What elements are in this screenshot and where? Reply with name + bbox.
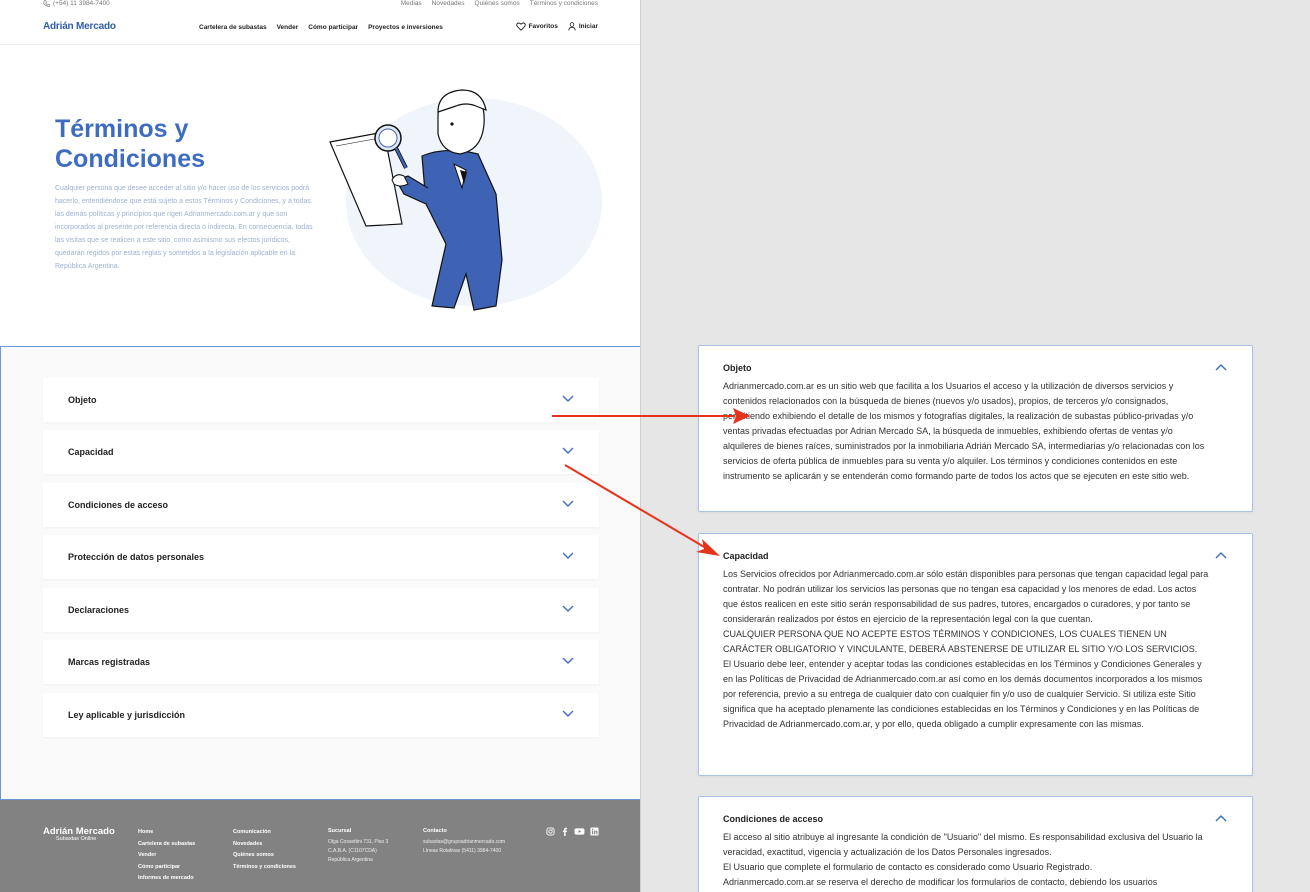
page-title: Términos y Condiciones xyxy=(55,115,206,173)
footer-link-home[interactable]: Home xyxy=(138,827,195,839)
topbar-link-terminos[interactable]: Términos y condiciones xyxy=(530,0,598,7)
footer-sucursal-line: Olga Cossettini 731, Piso 3 xyxy=(328,839,389,845)
chevron-down-icon xyxy=(562,500,574,507)
footer-contacto-heading: Contacto xyxy=(423,828,447,834)
site-footer: Adrián Mercado Subastas Online Home Cart… xyxy=(0,800,640,892)
footer-contacto-phone: Líneas Rotativas (5411) 3984-7400 xyxy=(423,848,502,854)
facebook-icon[interactable] xyxy=(560,827,569,836)
accordion-item-declaraciones[interactable]: Declaraciones xyxy=(43,588,599,632)
accordion-label: Ley aplicable y jurisdicción xyxy=(68,710,186,720)
panel-paragraph: CUALQUIER PERSONA QUE NO ACEPTE ESTOS TÉ… xyxy=(723,629,1198,654)
footer-sucursal-heading: Sucursal xyxy=(328,828,352,834)
chevron-down-icon xyxy=(562,447,574,454)
accordion-label: Protección de datos personales xyxy=(68,552,205,562)
panel-paragraph: Los Servicios ofrecidos por Adrianmercad… xyxy=(723,569,1209,624)
instagram-icon[interactable] xyxy=(546,827,555,836)
chevron-down-icon xyxy=(562,552,574,559)
footer-link-quienes-somos[interactable]: Quiénes somos xyxy=(233,850,296,862)
favorites-link[interactable]: Favoritos xyxy=(515,22,558,31)
login-label: Iniciar xyxy=(578,23,598,30)
expanded-panel-objeto: Objeto Adrianmercado.com.ar es un sitio … xyxy=(698,345,1253,512)
footer-link-informes[interactable]: Informes de mercado xyxy=(138,873,195,885)
footer-link-cartelera[interactable]: Cartelera de subastas xyxy=(138,839,195,851)
accordion-item-condiciones-acceso[interactable]: Condiciones de acceso xyxy=(43,483,599,527)
topbar-link-medias[interactable]: Medias xyxy=(401,0,422,7)
youtube-icon[interactable] xyxy=(574,827,585,836)
topbar-link-novedades[interactable]: Novedades xyxy=(432,0,465,7)
accordion-item-proteccion-datos[interactable]: Protección de datos personales xyxy=(43,535,599,579)
expanded-panel-capacidad: Capacidad Los Servicios ofrecidos por Ad… xyxy=(698,533,1253,776)
panel-paragraph: Adrianmercado.com.ar es un sitio web que… xyxy=(723,381,1205,481)
terms-accordion: Objeto Capacidad Condiciones de acceso P… xyxy=(0,346,640,800)
accordion-label: Marcas registradas xyxy=(68,657,151,667)
left-page-view: (+54) 11 3984-7400 Medias Novedades Quié… xyxy=(0,0,641,892)
accordion-label: Condiciones de acceso xyxy=(68,500,169,510)
footer-link-como-participar[interactable]: Cómo participar xyxy=(138,862,195,874)
chevron-down-icon xyxy=(562,710,574,717)
footer-link-novedades[interactable]: Novedades xyxy=(233,839,296,851)
chevron-down-icon xyxy=(562,395,574,402)
nav-item-cartelera[interactable]: Cartelera de subastas xyxy=(199,24,267,31)
panel-paragraph: El Usuario debe leer, entender y aceptar… xyxy=(723,659,1203,729)
topbar-link-quienes-somos[interactable]: Quiénes somos xyxy=(475,0,520,7)
footer-contacto-email[interactable]: subastas@grupoadrianmercado.com xyxy=(423,838,505,847)
footer-link-terminos[interactable]: Términos y condiciones xyxy=(233,862,296,874)
main-nav: Cartelera de subastas Vender Cómo partic… xyxy=(199,24,443,31)
phone-link[interactable]: (+54) 11 3984-7400 xyxy=(43,0,110,7)
accordion-item-objeto[interactable]: Objeto xyxy=(43,378,599,422)
chevron-up-icon[interactable] xyxy=(1214,814,1228,824)
chevron-down-icon xyxy=(562,657,574,664)
footer-links-main: Home Cartelera de subastas Vender Cómo p… xyxy=(138,827,195,885)
footer-link-vender[interactable]: Vender xyxy=(138,850,195,862)
footer-sucursal: Sucursal Olga Cossettini 731, Piso 3 C.A… xyxy=(328,827,388,865)
footer-sucursal-line: C.A.B.A. (C1107CDA) xyxy=(328,848,377,854)
accordion-label: Objeto xyxy=(68,395,97,405)
nav-item-proyectos[interactable]: Proyectos e inversiones xyxy=(368,24,443,31)
nav-item-vender[interactable]: Vender xyxy=(277,24,299,31)
panel-body: Los Servicios ofrecidos por Adrianmercad… xyxy=(723,567,1213,732)
linkedin-icon[interactable] xyxy=(590,827,599,836)
accordion-label: Capacidad xyxy=(68,447,114,457)
chevron-up-icon[interactable] xyxy=(1214,363,1228,373)
panel-paragraph: El Usuario que complete el formulario de… xyxy=(723,862,1093,872)
footer-link-comunicacion[interactable]: Comunicación xyxy=(233,827,296,839)
footer-logo-subtitle: Subastas Online xyxy=(56,836,97,842)
login-link[interactable]: Iniciar xyxy=(568,22,598,31)
site-logo[interactable]: Adrián Mercado xyxy=(43,21,116,32)
accordion-item-capacidad[interactable]: Capacidad xyxy=(43,430,599,474)
chevron-down-icon xyxy=(562,605,574,612)
phone-icon xyxy=(43,0,50,7)
site-header: Adrián Mercado Cartelera de subastas Ven… xyxy=(0,10,640,45)
panel-title[interactable]: Objeto xyxy=(723,363,752,373)
top-utility-bar: (+54) 11 3984-7400 Medias Novedades Quié… xyxy=(0,0,640,10)
chevron-up-icon[interactable] xyxy=(1214,551,1228,561)
heart-icon xyxy=(515,22,526,31)
footer-contacto: Contacto subastas@grupoadrianmercado.com… xyxy=(423,827,505,856)
man-with-magnifier-illustration xyxy=(329,89,602,311)
nav-item-como-participar[interactable]: Cómo participar xyxy=(308,24,358,31)
panel-title[interactable]: Capacidad xyxy=(723,551,769,561)
panel-paragraph: El acceso al sitio atribuye al ingresant… xyxy=(723,832,1203,857)
accordion-item-marcas-registradas[interactable]: Marcas registradas xyxy=(43,640,599,684)
footer-links-secondary: Comunicación Novedades Quiénes somos Tér… xyxy=(233,827,296,873)
hero-intro-text: Cualquier persona que desee acceder al s… xyxy=(55,185,313,270)
expanded-panel-condiciones-acceso: Condiciones de acceso El acceso al sitio… xyxy=(698,796,1253,892)
panel-title[interactable]: Condiciones de acceso xyxy=(723,814,823,824)
accordion-label: Declaraciones xyxy=(68,605,130,615)
favorites-label: Favoritos xyxy=(528,23,558,30)
user-icon xyxy=(568,22,576,31)
social-links xyxy=(546,827,599,836)
panel-body: El acceso al sitio atribuye al ingresant… xyxy=(723,830,1213,890)
panel-body: Adrianmercado.com.ar es un sitio web que… xyxy=(723,379,1213,484)
accordion-item-ley-aplicable[interactable]: Ley aplicable y jurisdicción xyxy=(43,693,599,737)
panel-paragraph: Adrianmercado.com.ar se reserva el derec… xyxy=(723,877,1158,887)
footer-sucursal-line: República Argentina xyxy=(328,857,373,863)
phone-number: (+54) 11 3984-7400 xyxy=(53,0,110,7)
